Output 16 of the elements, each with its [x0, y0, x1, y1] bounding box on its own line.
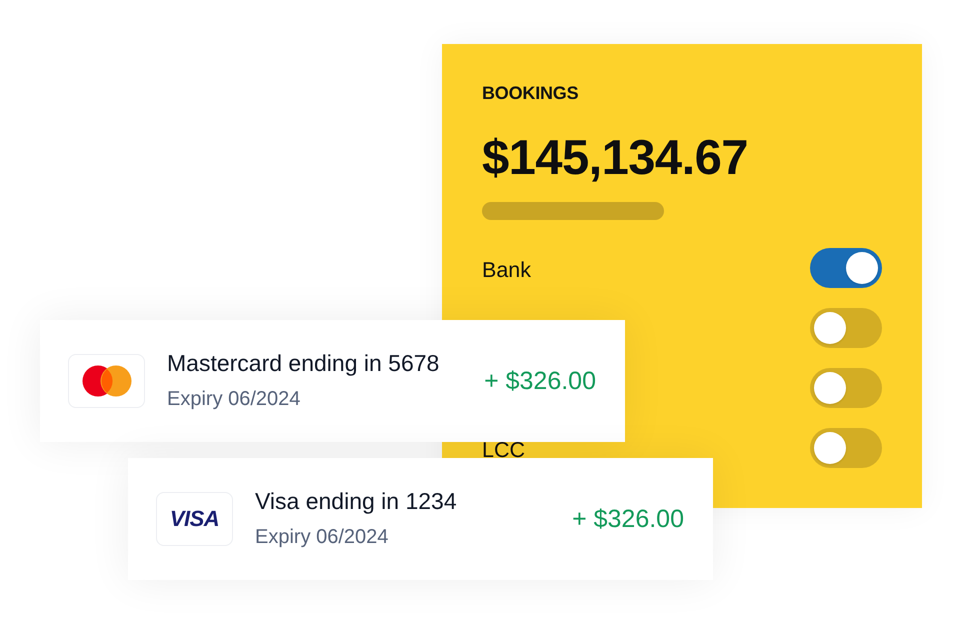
toggle-switch[interactable]: [810, 368, 882, 408]
bookings-amount: $145,134.67: [482, 130, 748, 186]
panel-title: BOOKINGS: [482, 82, 578, 104]
card-title: Visa ending in 1234: [255, 488, 457, 514]
toggle-switch[interactable]: [810, 308, 882, 348]
toggle-switch[interactable]: [810, 428, 882, 468]
card-expiry: Expiry 06/2024: [255, 525, 388, 550]
card-expiry: Expiry 06/2024: [167, 387, 300, 412]
card-title: Mastercard ending in 5678: [167, 350, 440, 376]
overlapping-circles-icon: [68, 354, 145, 408]
toggle-switch[interactable]: [810, 248, 882, 288]
card-amount: + $326.00: [484, 367, 596, 395]
toggle-label: LCC: [482, 442, 526, 458]
card-brand-logo: VISA: [156, 492, 233, 546]
toggle-label: Bank: [482, 262, 532, 278]
card-amount: + $326.00: [572, 505, 684, 533]
